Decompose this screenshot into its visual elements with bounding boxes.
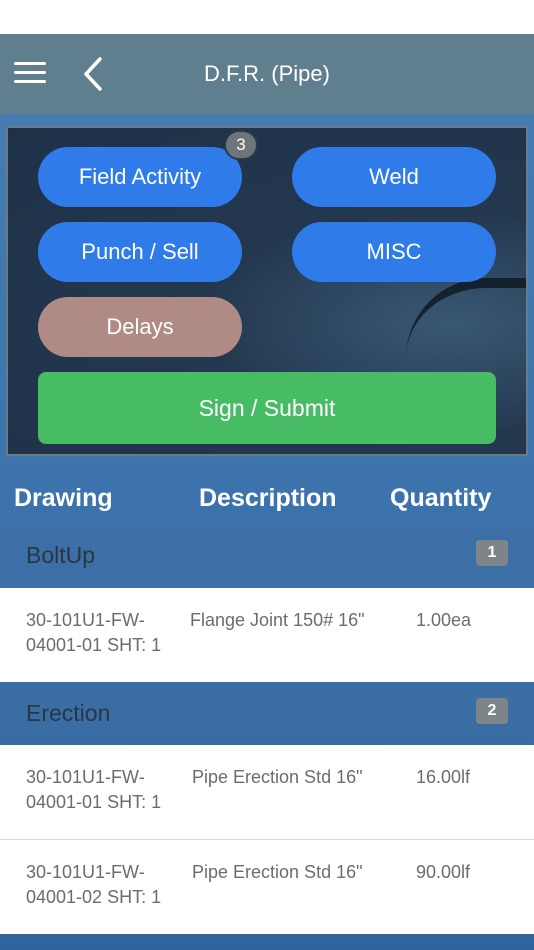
description-cell: Flange Joint 150# 16" [190, 610, 365, 630]
table-row[interactable]: 30-101U1-FW- 04001-02 SHT: 1 Pipe Erecti… [0, 840, 534, 934]
column-header-description: Description [199, 484, 337, 512]
section-name: BoltUp [26, 542, 96, 568]
description-cell: Pipe Erection Std 16" [192, 767, 363, 787]
drawing-number-line1: 30-101U1-FW- [26, 862, 145, 882]
drawing-number-line2: 04001-01 SHT: 1 [26, 792, 162, 812]
drawing-number-line2: 04001-02 SHT: 1 [26, 887, 162, 907]
quantity-cell: 16.00lf [416, 767, 471, 787]
section-header-erection[interactable]: Erection 2 [0, 684, 534, 744]
quantity-cell: 1.00ea [416, 610, 472, 630]
hamburger-menu-icon[interactable] [14, 62, 48, 86]
column-header-quantity: Quantity [390, 484, 492, 512]
field-activity-button[interactable]: Field Activity [38, 147, 242, 207]
sign-submit-button[interactable]: Sign / Submit [38, 372, 496, 444]
table-row[interactable]: 30-101U1-FW- 04001-01 SHT: 1 Pipe Erecti… [0, 745, 534, 839]
chevron-left-icon[interactable] [80, 56, 110, 92]
weld-button[interactable]: Weld [292, 147, 496, 207]
punch-sell-button[interactable]: Punch / Sell [38, 222, 242, 282]
column-headers: Drawing Description Quantity [0, 476, 534, 524]
table-row[interactable]: 30-101U1-FW- 04001-01 SHT: 1 Flange Join… [0, 588, 534, 682]
field-activity-count-badge: 3 [224, 130, 258, 160]
section-count-badge: 2 [476, 698, 508, 724]
navigation-bar: D.F.R. (Pipe) [0, 34, 534, 114]
misc-button[interactable]: MISC [292, 222, 496, 282]
status-bar [0, 0, 534, 34]
description-cell: Pipe Erection Std 16" [192, 862, 363, 882]
column-header-drawing: Drawing [14, 484, 113, 512]
section-header-boltup[interactable]: BoltUp 1 [0, 526, 534, 586]
background-swoosh [406, 278, 526, 358]
drawing-cell: 30-101U1-FW- 04001-01 SHT: 1 [26, 608, 186, 658]
drawing-number-line1: 30-101U1-FW- [26, 610, 145, 630]
quantity-cell: 90.00lf [416, 862, 471, 882]
delays-button[interactable]: Delays [38, 297, 242, 357]
section-count-badge: 1 [476, 540, 508, 566]
drawing-number-line2: 04001-01 SHT: 1 [26, 635, 162, 655]
drawing-cell: 30-101U1-FW- 04001-01 SHT: 1 [26, 765, 186, 815]
section-name: Erection [26, 700, 111, 726]
drawing-number-line1: 30-101U1-FW- [26, 767, 145, 787]
drawing-cell: 30-101U1-FW- 04001-02 SHT: 1 [26, 860, 186, 910]
